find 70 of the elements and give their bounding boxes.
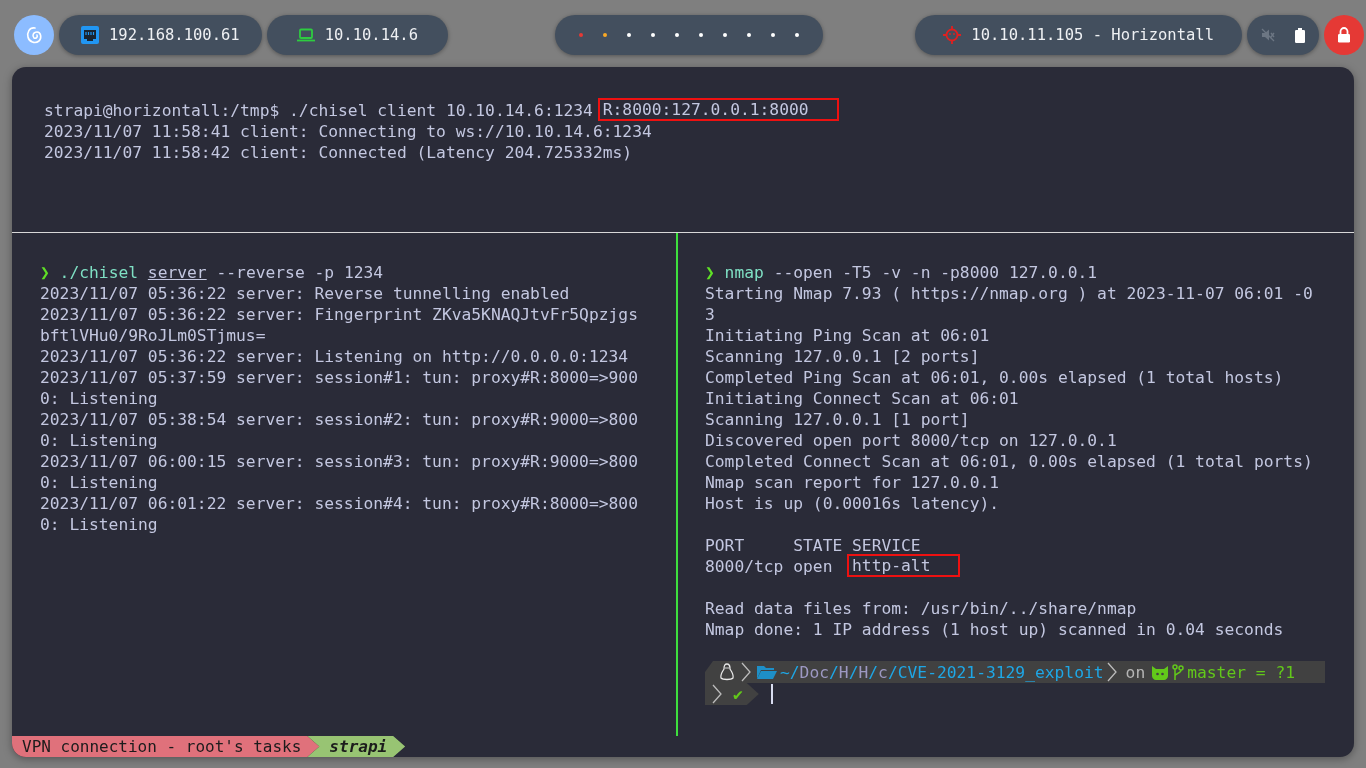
target-label: 10.10.11.105 - Horizontall	[971, 26, 1214, 44]
terminal-line: 2023/11/07 05:36:22 server: Fingerprint ZKva5KNAQJtvFr5Qpzjgs	[40, 305, 638, 324]
workspace-dot[interactable]	[675, 33, 679, 37]
terminal-line: Scanning 127.0.0.1 [2 ports]	[705, 347, 980, 366]
terminal-line: Initiating Connect Scan at 06:01	[705, 389, 1019, 408]
spiral-icon	[25, 25, 43, 45]
laptop-icon	[296, 28, 315, 42]
network-icon	[81, 26, 99, 44]
terminal-line: strapi@horizontall:/tmp$ ./chisel client 10.10.14.6:1234	[44, 101, 594, 120]
crosshair-icon	[943, 26, 962, 44]
terminal-line: Completed Ping Scan at 06:01, 0.00s elapsed (1 total hosts)	[705, 368, 1284, 387]
terminal-line: ❯ ./chisel server --reverse -p 1234	[40, 263, 384, 282]
terminal-line: 2023/11/07 05:36:22 server: Listening on http://0.0.0.0:1234	[40, 347, 629, 366]
terminal-line: Scanning 127.0.0.1 [1 port]	[705, 410, 970, 429]
terminal-line: 2023/11/07 05:38:54 server: session#2: tun: proxy#R:9000=>800	[40, 410, 638, 429]
terminal-line: Discovered open port 8000/tcp on 127.0.0.1	[705, 431, 1117, 450]
workspace-dot[interactable]	[627, 33, 631, 37]
chevron-icon	[712, 684, 722, 704]
terminal-line: Nmap done: 1 IP address (1 host up) scanned in 0.04 seconds	[705, 620, 1284, 639]
terminal-line: Initiating Ping Scan at 06:01	[705, 326, 990, 345]
lock-button[interactable]	[1324, 15, 1364, 55]
text-cursor	[770, 684, 773, 704]
terminal-line: 2023/11/07 05:37:59 server: session#1: tun: proxy#R:8000=>900	[40, 368, 638, 387]
terminal-line: 2023/11/07 05:36:22 server: Reverse tunnelling enabled	[40, 284, 570, 303]
folder-icon	[757, 665, 777, 679]
status-mark: ✔	[733, 684, 743, 704]
terminal-line: 0: Listening	[40, 389, 158, 408]
session-tab[interactable]: VPN connection - root's tasks	[12, 736, 320, 757]
chevron-icon	[1106, 662, 1117, 682]
terminal-line: PORT STATE SERVICE	[705, 536, 921, 555]
ip-address: 10.10.14.6	[324, 26, 418, 44]
terminal-line: 3	[705, 305, 715, 324]
chevron-icon	[741, 662, 751, 682]
terminal-line: Starting Nmap 7.93 ( https://nmap.org ) at 2023-11-07 06:01 -0	[705, 284, 1313, 303]
cat-icon	[1151, 664, 1170, 680]
workspace-dot[interactable]	[579, 33, 583, 37]
lock-icon	[1337, 27, 1351, 43]
terminal-line: 0: Listening	[40, 473, 158, 492]
terminal-line: 0: Listening	[40, 431, 158, 450]
highlighted-text: http-alt	[847, 554, 961, 577]
launcher-button[interactable]	[14, 15, 54, 55]
ip-address: 192.168.100.61	[109, 26, 240, 44]
terminal-line: 0: Listening	[40, 515, 158, 534]
terminal-line: 2023/11/07 06:00:15 server: session#3: tun: proxy#R:9000=>800	[40, 452, 638, 471]
muted-speaker-icon[interactable]	[1261, 28, 1275, 42]
workspace-dot[interactable]	[723, 33, 727, 37]
battery-icon[interactable]	[1295, 27, 1305, 43]
terminal-line: bftlVHu0/9RoJLm0STjmus=	[40, 326, 266, 345]
prompt-text: on	[1125, 662, 1146, 682]
highlighted-text: R:8000:127.0.0.1:8000	[597, 98, 839, 121]
terminal-line: 2023/11/07 11:58:41 client: Connecting to ws://10.10.14.6:1234	[44, 122, 652, 141]
workspace-dot[interactable]	[747, 33, 751, 37]
penguin-icon	[719, 663, 735, 681]
branch-name: master = ?1	[1187, 662, 1295, 682]
terminal-line: 2023/11/07 11:58:42 client: Connected (Latency 204.725332ms)	[44, 143, 633, 162]
directory-path: ~/Doc/H/H/c/CVE-2021-3129_exploit	[780, 662, 1104, 682]
workspace-dot[interactable]	[699, 33, 703, 37]
terminal-line: Nmap scan report for 127.0.0.1	[705, 473, 1000, 492]
workspace-dot[interactable]	[603, 33, 607, 37]
workspace-dot[interactable]	[771, 33, 775, 37]
branch-icon	[1172, 664, 1185, 680]
terminal-line: Read data files from: /usr/bin/../share/nmap	[705, 599, 1137, 618]
terminal-line: 8000/tcp open	[705, 557, 834, 576]
terminal-line: ❯ nmap --open -T5 -v -n -p8000 127.0.0.1	[705, 263, 1098, 282]
workspace-dot[interactable]	[651, 33, 655, 37]
terminal-line: Completed Connect Scan at 06:01, 0.00s elapsed (1 total ports)	[705, 452, 1313, 471]
terminal-line: Host is up (0.00016s latency).	[705, 494, 1000, 513]
workspace-dot[interactable]	[795, 33, 799, 37]
terminal-line: 2023/11/07 06:01:22 server: session#4: tun: proxy#R:8000=>800	[40, 494, 638, 513]
session-tab[interactable]: strapi	[307, 736, 406, 757]
